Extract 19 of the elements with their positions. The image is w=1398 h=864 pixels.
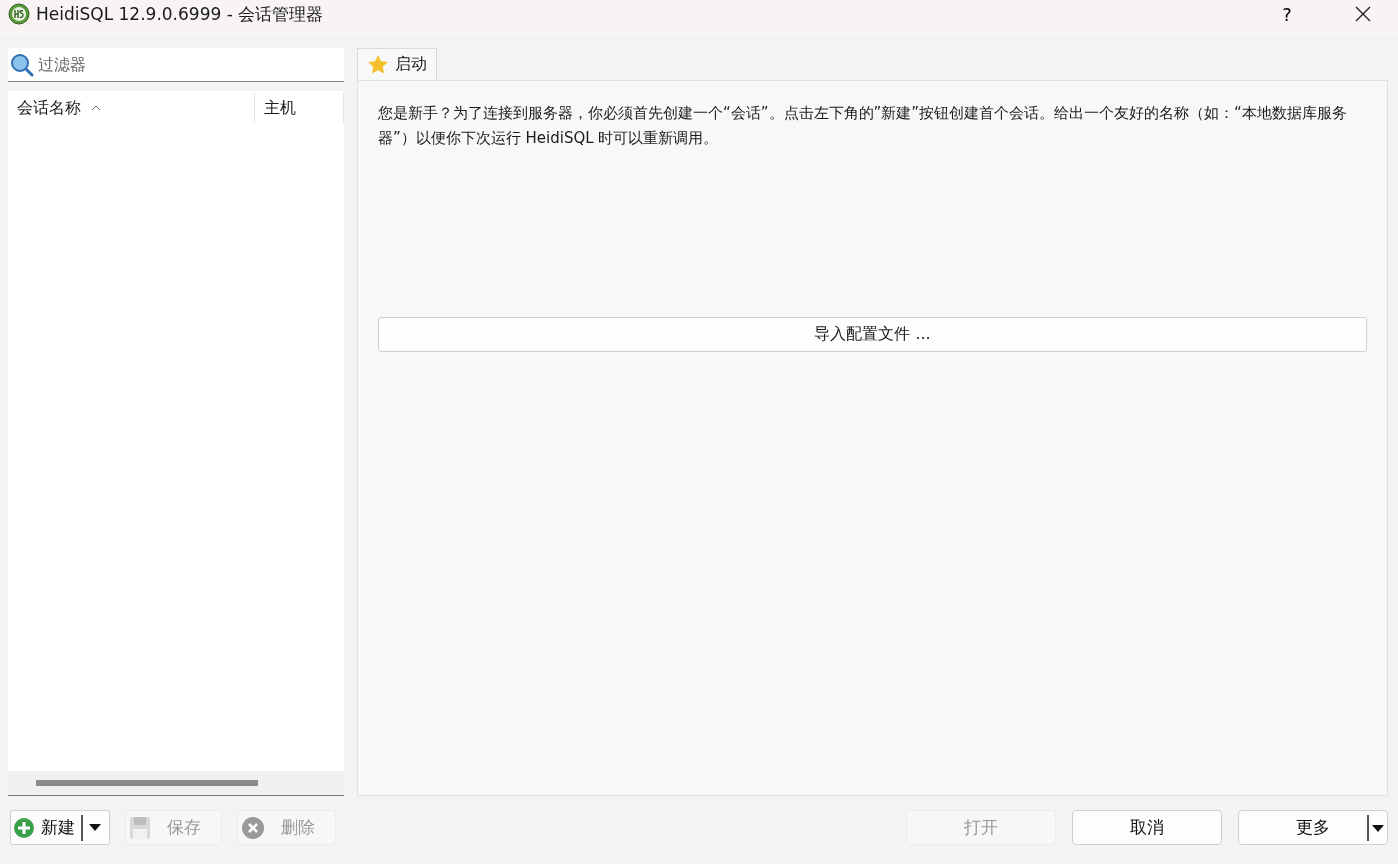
dropdown-arrow-icon <box>89 824 101 831</box>
plus-icon <box>13 816 35 839</box>
scrollbar-thumb[interactable] <box>36 780 258 786</box>
column-header[interactable]: 会话名称 <box>8 93 256 123</box>
import-button[interactable]: 导入配置文件 ... <box>378 317 1367 352</box>
start-tab[interactable]: 启动 <box>357 48 437 80</box>
dropdown-arrow-icon <box>1372 825 1384 832</box>
delete-icon <box>241 815 265 840</box>
close-icon <box>1355 6 1371 22</box>
column-header[interactable]: 主机 <box>255 93 344 123</box>
new-button[interactable]: 新建 <box>10 810 110 845</box>
app-logo-icon <box>8 3 30 25</box>
dialog-button[interactable]: 更多 <box>1238 810 1388 845</box>
star-icon <box>367 53 389 76</box>
intro-text: 您是新手？为了连接到服务器，你必须首先创建一个“会话”。点击左下角的”新建”按钮创建首个会话。给出一个友好的名称（如：“本地数据库服务器”）以便你下次运行 HeidiSQL 时可以重新调用。 <box>378 103 1348 149</box>
help-button[interactable]: ? <box>1252 0 1322 28</box>
dialog-button[interactable]: 取消 <box>1072 810 1222 845</box>
filter-field[interactable]: 过滤器 <box>8 48 344 82</box>
window-title: HeidiSQL 12.9.0.6999 - 会话管理器 <box>36 2 324 26</box>
